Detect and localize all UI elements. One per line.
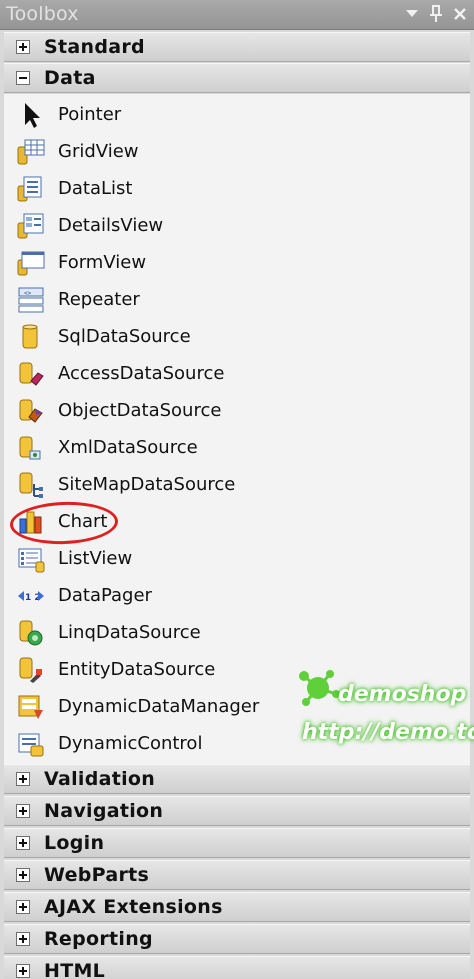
category-label: Login <box>44 832 105 854</box>
toolbox-item-label: DataList <box>58 178 133 199</box>
category-reporting[interactable]: Reporting <box>4 924 470 954</box>
expand-plus-icon[interactable] <box>16 868 30 882</box>
demoshop-logo-icon <box>299 670 340 706</box>
toolbox-item-label: XmlDataSource <box>58 437 198 458</box>
expand-plus-icon[interactable] <box>16 40 30 54</box>
toolbox-item-datalist[interactable]: DataList <box>4 170 470 207</box>
toolbox-item-label: Pointer <box>58 104 122 125</box>
toolbox-item-objectdatasource[interactable]: ObjectDataSource <box>4 392 470 429</box>
expand-plus-icon[interactable] <box>16 772 30 786</box>
sitemap-datasource-icon <box>19 472 43 498</box>
toolbox-item-accessdatasource[interactable]: AccessDataSource <box>4 355 470 392</box>
watermark-url: http://demo.tc <box>302 720 474 745</box>
toolbox-item-label: DynamicDataManager <box>58 696 260 717</box>
category-data[interactable]: Data <box>4 63 470 93</box>
toolbox-item-label: FormView <box>58 252 147 273</box>
category-label: AJAX Extensions <box>44 896 223 918</box>
pointer-arrow-icon <box>25 102 40 128</box>
toolbox-title: Toolbox <box>6 3 79 25</box>
toolbox-item-formview[interactable]: FormView <box>4 244 470 281</box>
repeater-icon: <> <box>18 287 44 312</box>
category-html[interactable]: HTML <box>4 956 470 979</box>
xml-datasource-icon <box>19 436 41 459</box>
category-ajax-extensions[interactable]: AJAX Extensions <box>4 892 470 922</box>
dynamic-data-manager-icon <box>18 695 43 719</box>
watermark-brand: demoshop <box>338 682 467 707</box>
datalist-icon <box>17 176 42 201</box>
toolbox-item-label: EntityDataSource <box>58 659 216 680</box>
toolbox-item-sqldatasource[interactable]: SqlDataSource <box>4 318 470 355</box>
toolbox-item-label: GridView <box>58 141 139 162</box>
svg-text:<>: <> <box>24 290 32 297</box>
toolbox-item-linqdatasource[interactable]: LinqDataSource <box>4 614 470 651</box>
toolbox-item-label: ListView <box>58 548 133 569</box>
expand-plus-icon[interactable] <box>16 964 30 978</box>
toolbox-item-listview[interactable]: ListView <box>4 540 470 577</box>
toolbox-titlebar: Toolbox <box>0 0 474 30</box>
formview-icon <box>17 251 45 275</box>
category-label: Standard <box>44 36 145 58</box>
watermark: demoshop http://demo.tc <box>296 664 474 754</box>
toolbox-item-repeater[interactable]: <> Repeater <box>4 281 470 318</box>
category-label: Data <box>44 67 96 89</box>
toolbox-panel: Toolbox Standard Data Pointer GridView D… <box>0 0 474 979</box>
category-login[interactable]: Login <box>4 828 470 858</box>
toolbox-item-datapager[interactable]: 1 2 DataPager <box>4 577 470 614</box>
dropdown-arrow-icon[interactable] <box>404 4 420 24</box>
category-label: Navigation <box>44 800 164 822</box>
expand-plus-icon[interactable] <box>16 932 30 946</box>
entity-datasource-icon <box>19 657 42 683</box>
category-label: Reporting <box>44 928 153 950</box>
toolbox-item-label: SqlDataSource <box>58 326 191 347</box>
access-datasource-icon <box>19 362 44 386</box>
toolbox-item-label: LinqDataSource <box>58 622 201 643</box>
category-standard[interactable]: Standard <box>4 32 470 62</box>
category-navigation[interactable]: Navigation <box>4 796 470 826</box>
gridview-icon <box>17 139 45 164</box>
toolbox-item-label: DynamicControl <box>58 733 203 754</box>
toolbox-item-label: SiteMapDataSource <box>58 474 236 495</box>
datapager-icon: 1 2 <box>18 590 44 603</box>
toolbox-item-pointer[interactable]: Pointer <box>4 96 470 133</box>
category-validation[interactable]: Validation <box>4 764 470 794</box>
toolbox-item-label: DataPager <box>58 585 152 606</box>
expand-plus-icon[interactable] <box>16 804 30 818</box>
expand-plus-icon[interactable] <box>16 900 30 914</box>
detailsview-icon <box>17 213 44 238</box>
toolbox-item-label: AccessDataSource <box>58 363 225 384</box>
category-webparts[interactable]: WebParts <box>4 860 470 890</box>
dynamic-control-icon <box>18 733 44 756</box>
toolbox-item-xmldatasource[interactable]: XmlDataSource <box>4 429 470 466</box>
toolbox-item-label: Repeater <box>58 289 140 310</box>
category-label: HTML <box>44 960 106 979</box>
toolbox-item-label: ObjectDataSource <box>58 400 222 421</box>
close-icon[interactable] <box>452 4 468 24</box>
database-icon <box>22 324 38 348</box>
toolbox-item-gridview[interactable]: GridView <box>4 133 470 170</box>
object-datasource-icon <box>19 399 43 423</box>
collapse-minus-icon[interactable] <box>16 71 30 85</box>
category-label: Validation <box>44 768 156 790</box>
toolbox-item-sitemapdatasource[interactable]: SiteMapDataSource <box>4 466 470 503</box>
toolbox-item-label: DetailsView <box>58 215 164 236</box>
expand-plus-icon[interactable] <box>16 836 30 850</box>
linq-datasource-icon <box>19 620 43 645</box>
listview-icon <box>18 548 45 572</box>
category-label: WebParts <box>44 864 150 886</box>
toolbox-item-detailsview[interactable]: DetailsView <box>4 207 470 244</box>
pin-icon[interactable] <box>428 4 444 24</box>
